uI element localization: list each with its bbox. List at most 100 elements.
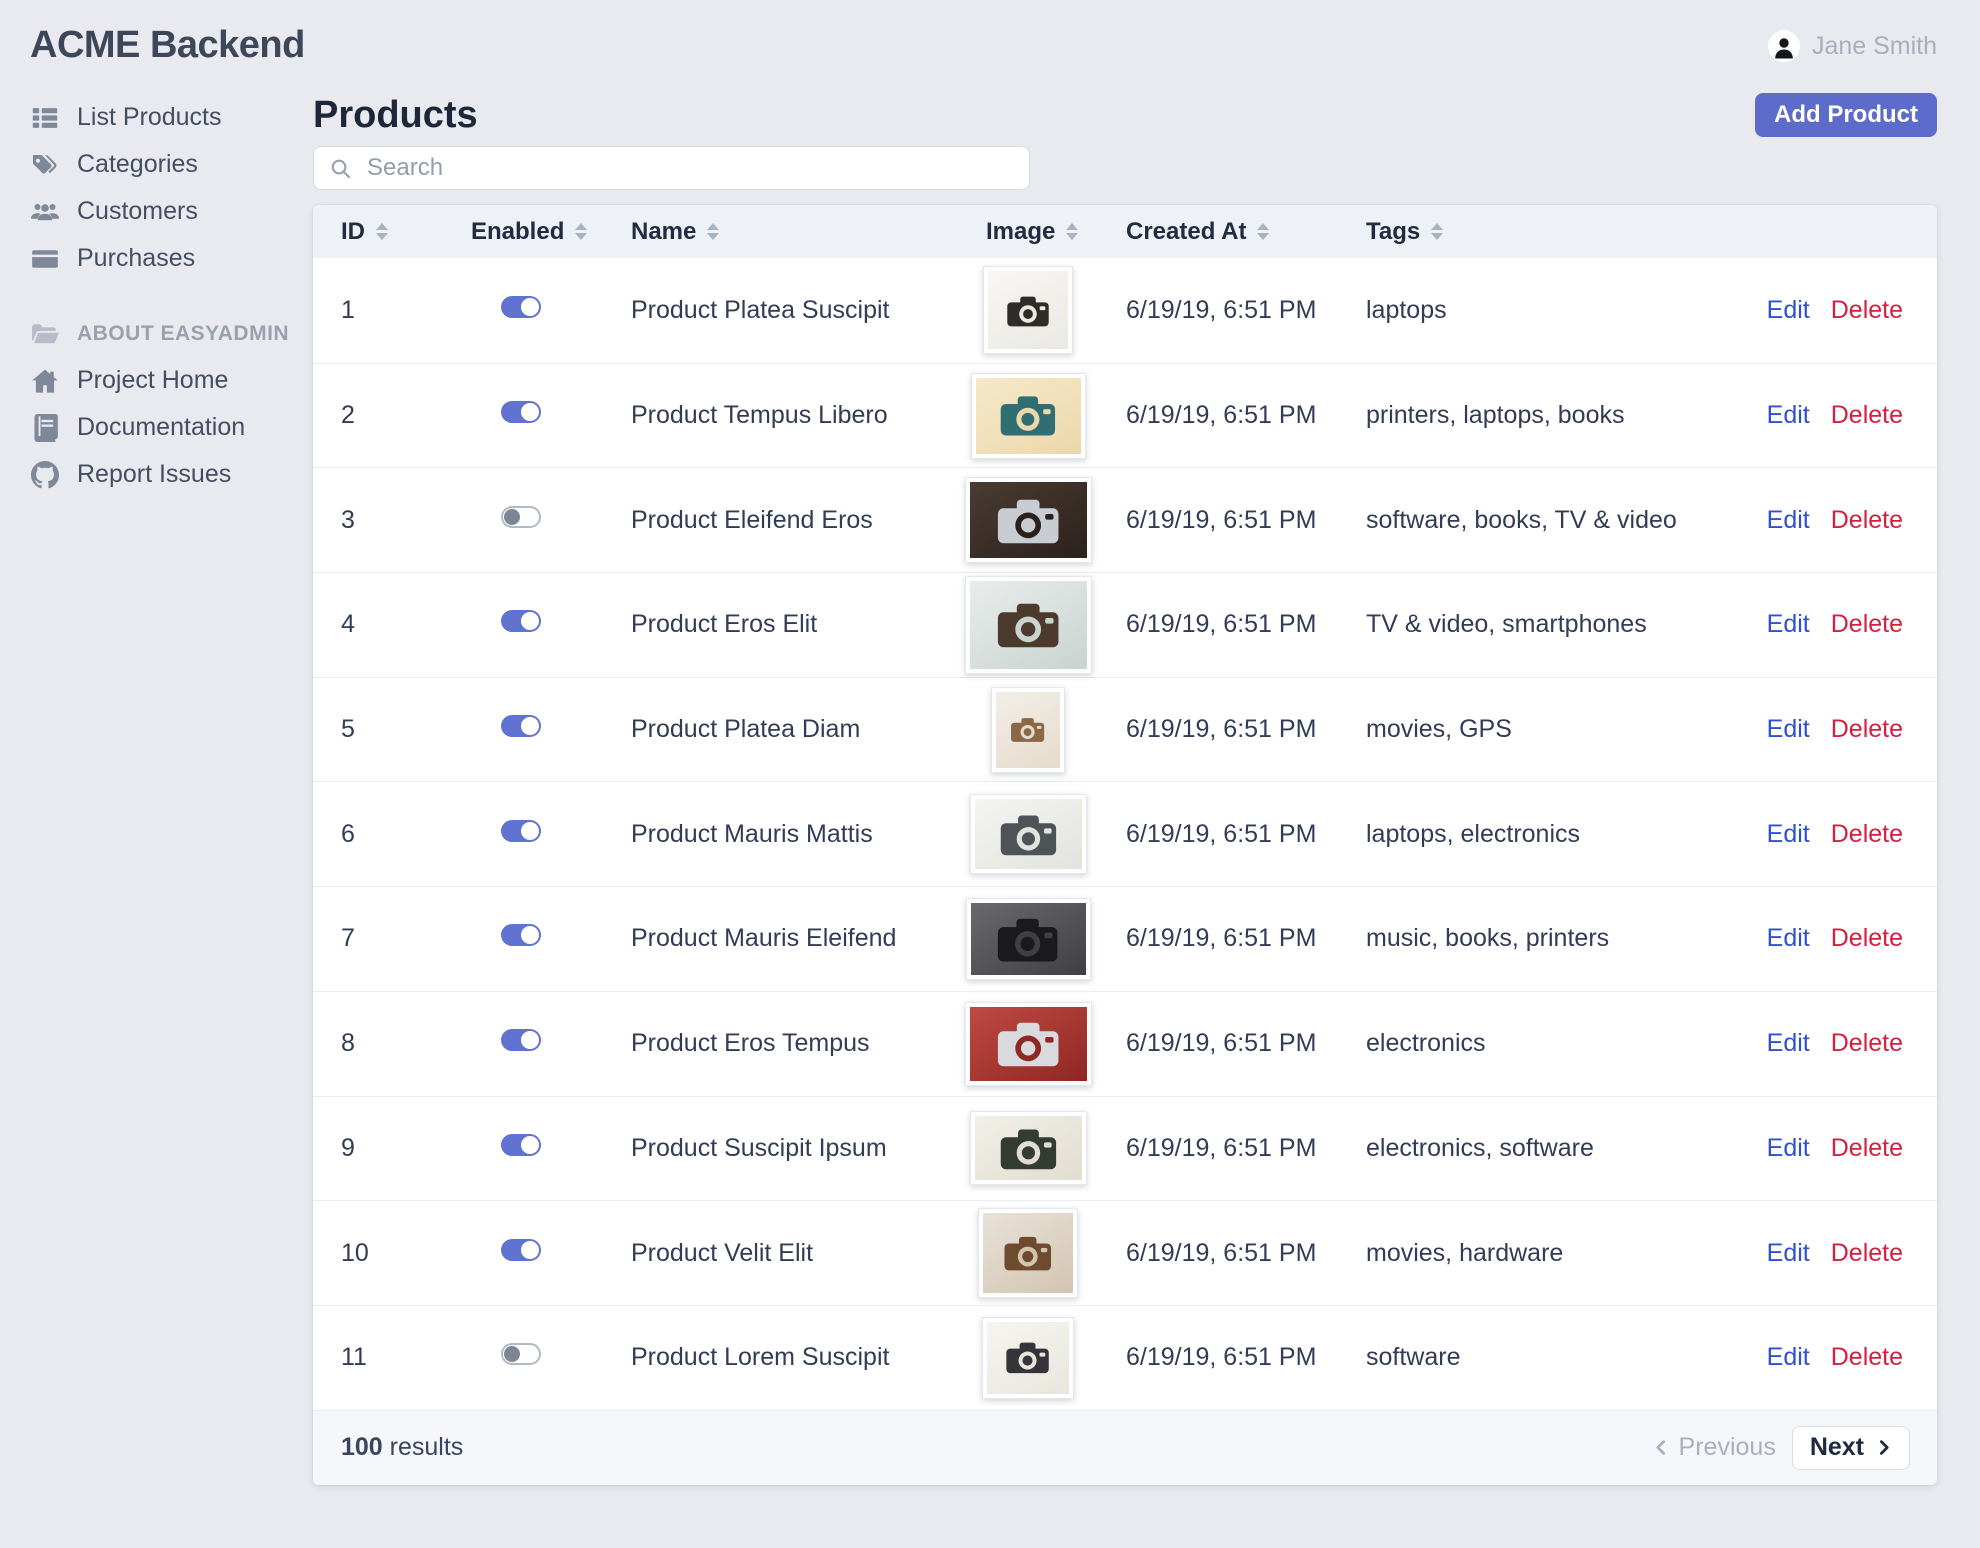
edit-link[interactable]: Edit [1767,1134,1810,1163]
results-suffix: results [382,1433,464,1462]
sidebar-item-list-products[interactable]: List Products [30,94,313,141]
delete-link[interactable]: Delete [1831,610,1903,639]
cell-actions: Edit Delete [1762,1343,1937,1372]
delete-link[interactable]: Delete [1831,506,1903,535]
delete-link[interactable]: Delete [1831,820,1903,849]
product-image[interactable] [978,1208,1078,1299]
sort-icon[interactable] [707,223,720,240]
toggle-knob [521,926,539,945]
sort-icon[interactable] [575,223,588,240]
sidebar-item-customers[interactable]: Customers [30,188,313,235]
cell-created-at: 6/19/19, 6:51 PM [1126,924,1317,953]
enabled-toggle[interactable] [501,924,541,947]
enabled-toggle[interactable] [501,1029,541,1052]
search-input[interactable] [365,153,1029,183]
enabled-toggle[interactable] [501,610,541,633]
enabled-toggle[interactable] [501,401,541,424]
delete-link[interactable]: Delete [1831,401,1903,430]
cell-enabled [443,715,603,744]
edit-link[interactable]: Edit [1767,296,1810,325]
product-image[interactable] [983,266,1073,355]
chevron-left-icon [1655,1440,1665,1455]
enabled-toggle[interactable] [501,819,541,842]
delete-link[interactable]: Delete [1831,296,1903,325]
delete-link[interactable]: Delete [1831,1343,1903,1372]
edit-link[interactable]: Edit [1767,1029,1810,1058]
sidebar-item-purchases[interactable]: Purchases [30,235,313,282]
camera-photo-placeholder [996,691,1060,768]
product-image[interactable] [969,1111,1087,1186]
product-image[interactable] [964,477,1092,564]
delete-link[interactable]: Delete [1831,1239,1903,1268]
edit-link[interactable]: Edit [1767,506,1810,535]
product-image[interactable] [965,897,1091,980]
camera-photo-placeholder [987,1321,1069,1394]
camera-icon [997,604,1059,648]
column-header-id[interactable]: ID [313,218,443,246]
cell-actions: Edit Delete [1762,506,1937,535]
product-image[interactable] [964,1001,1092,1086]
delete-link[interactable]: Delete [1831,1134,1903,1163]
column-header-created-at[interactable]: Created At [1098,218,1338,246]
edit-link[interactable]: Edit [1767,924,1810,953]
table-footer: 100 results Previous Next [313,1409,1937,1485]
cell-id: 9 [341,1133,355,1162]
sidebar-item-categories[interactable]: Categories [30,141,313,188]
edit-link[interactable]: Edit [1767,610,1810,639]
column-header-tags[interactable]: Tags [1338,218,1762,246]
sidebar-item-report-issues[interactable]: Report Issues [30,451,313,498]
toggle-knob [521,717,539,736]
enabled-toggle[interactable] [501,715,541,738]
sort-icon[interactable] [1257,223,1270,240]
column-label: Name [631,217,697,245]
cell-tags: electronics [1366,1029,1486,1058]
cell-tags: music, books, printers [1366,924,1610,953]
edit-link[interactable]: Edit [1767,715,1810,744]
edit-link[interactable]: Edit [1767,1343,1810,1372]
cell-enabled [443,295,603,325]
previous-page-button[interactable]: Previous [1653,1433,1776,1462]
enabled-toggle[interactable] [501,1133,541,1156]
toggle-knob [521,612,539,631]
enabled-toggle[interactable] [501,1238,541,1261]
camera-photo-placeholder [983,1213,1073,1294]
avatar[interactable] [1767,30,1800,62]
edit-link[interactable]: Edit [1767,1239,1810,1268]
enabled-toggle[interactable] [501,295,541,318]
column-header-image[interactable]: Image [958,218,1098,246]
page-title: Products [313,93,478,136]
delete-link[interactable]: Delete [1831,1029,1903,1058]
cell-created-at: 6/19/19, 6:51 PM [1126,819,1317,848]
cell-name: Product Velit Elit [631,1238,814,1267]
product-image[interactable] [970,372,1086,459]
cell-image [958,897,1098,980]
column-header-name[interactable]: Name [603,218,958,246]
product-image[interactable] [991,686,1065,773]
sort-icon[interactable] [1066,223,1079,240]
sidebar: ACME Backend List Products Categories Cu… [0,0,313,1548]
sidebar-item-project-home[interactable]: Project Home [30,357,313,404]
product-image[interactable] [982,1316,1074,1399]
search-box[interactable] [313,146,1030,190]
cell-created-at: 6/19/19, 6:51 PM [1126,505,1317,534]
product-image[interactable] [969,794,1087,875]
enabled-toggle[interactable] [501,1343,541,1366]
camera-icon [997,499,1059,543]
cell-actions: Edit Delete [1762,610,1937,639]
delete-link[interactable]: Delete [1831,715,1903,744]
search-icon [331,159,351,178]
edit-link[interactable]: Edit [1767,820,1810,849]
column-header-enabled[interactable]: Enabled [443,218,603,246]
add-product-button[interactable]: Add Product [1755,93,1937,137]
edit-link[interactable]: Edit [1767,401,1810,430]
tags-icon [30,150,60,180]
sidebar-item-documentation[interactable]: Documentation [30,404,313,451]
delete-link[interactable]: Delete [1831,924,1903,953]
next-page-button[interactable]: Next [1791,1425,1910,1470]
product-image[interactable] [964,575,1092,674]
sort-icon[interactable] [1431,223,1444,240]
sort-icon[interactable] [376,223,388,240]
enabled-toggle[interactable] [501,505,541,528]
user-name[interactable]: Jane Smith [1812,32,1937,61]
cell-tags: software, books, TV & video [1366,505,1677,534]
